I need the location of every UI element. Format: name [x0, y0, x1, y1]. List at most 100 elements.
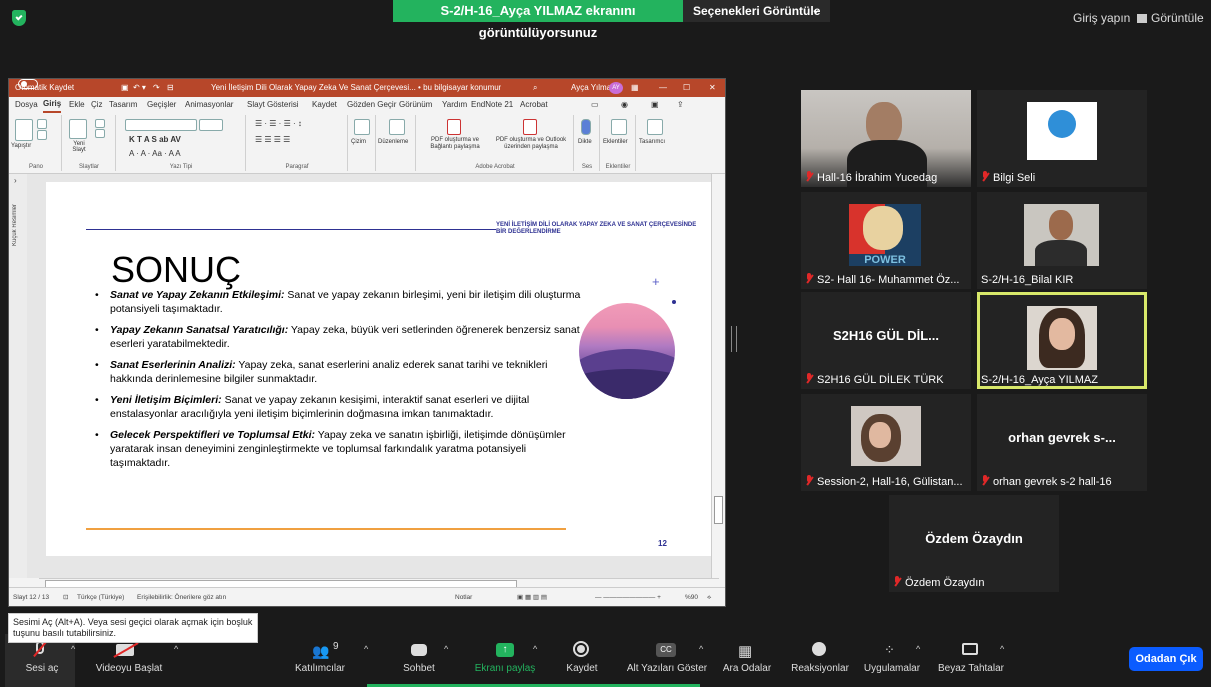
menu-item[interactable]: Yardım [442, 97, 467, 113]
zoom-slider[interactable]: — ———————— + [595, 588, 661, 606]
panel-splitter[interactable] [731, 326, 737, 352]
menu-item[interactable]: Ekle [69, 97, 85, 113]
participant-tile[interactable]: S2H16 GÜL DİL... S2H16 GÜL DİLEK TÜRK [801, 292, 971, 389]
font-style-buttons[interactable]: K T A S ab AV [129, 135, 181, 144]
font-name-select[interactable] [125, 119, 197, 131]
present-icon[interactable]: ▣ [651, 97, 659, 113]
shapes-icon[interactable] [354, 119, 370, 135]
undo-icon[interactable]: ↶ ▾ [133, 79, 146, 97]
participant-tile[interactable]: Session-2, Hall-16, Gülistan... [801, 394, 971, 491]
cut-icon[interactable] [37, 119, 47, 129]
menu-item[interactable]: Geçişler [147, 97, 176, 113]
menu-item[interactable]: Kaydet [312, 97, 337, 113]
ribbon-display-icon[interactable]: ▦ [631, 79, 639, 97]
record-button[interactable]: Kaydet [562, 641, 602, 674]
whiteboards-options-caret[interactable]: ^ [1000, 644, 1004, 654]
menu-item[interactable]: Görünüm [399, 97, 432, 113]
copy-icon[interactable] [37, 130, 47, 140]
participant-tile[interactable]: Bilgi Seli [977, 90, 1147, 187]
chevron-right-icon[interactable]: › [14, 176, 17, 185]
language-status[interactable]: Türkçe (Türkiye) [77, 588, 124, 606]
fit-slide-icon[interactable]: ⟡ [707, 588, 711, 606]
addins-icon[interactable] [611, 119, 627, 135]
unmute-button[interactable]: Sesi aç [22, 638, 62, 674]
apps-button[interactable]: ⁘ Uygulamalar [860, 641, 924, 674]
paste-label: Yapıştır [11, 143, 32, 149]
scrollbar-thumb[interactable] [714, 496, 723, 524]
menu-item[interactable]: Gözden Geçir [347, 97, 396, 113]
presenter-icon[interactable]: ⊟ [167, 79, 174, 97]
thumbnails-pane-collapsed[interactable]: › Küçük Resimler [9, 174, 28, 578]
notes-button[interactable]: Notlar [455, 588, 472, 606]
layout-icon[interactable] [95, 119, 105, 128]
reactions-button[interactable]: Reaksiyonlar [788, 641, 852, 674]
slide-counter: Slayt 12 / 13 [13, 594, 50, 601]
whiteboards-button[interactable]: Beyaz Tahtalar [936, 641, 1006, 674]
participant-tile[interactable]: Hall-16 İbrahim Yucedag [801, 90, 971, 187]
participants-options-caret[interactable]: ^ [364, 644, 368, 654]
captions-options-caret[interactable]: ^ [699, 644, 703, 654]
minimize-icon[interactable]: — [659, 79, 667, 97]
save-icon[interactable]: ▣ [121, 79, 129, 97]
comments-icon[interactable]: ▭ [591, 97, 599, 113]
share-options-caret[interactable]: ^ [533, 644, 537, 654]
list-buttons[interactable]: ☰ · ☰ · ☰ · ↕ [255, 119, 302, 128]
maximize-icon[interactable]: ☐ [683, 79, 690, 97]
audio-options-caret[interactable]: ^ [71, 644, 75, 654]
menu-item[interactable]: Tasarım [109, 97, 137, 113]
slide[interactable]: YENİ İLETİŞİM DİLİ OLARAK YAPAY ZEKA VE … [46, 182, 711, 556]
vertical-scrollbar[interactable] [711, 174, 724, 578]
menu-item[interactable]: Slayt Gösterisi [247, 97, 299, 113]
menu-item[interactable]: Animasyonlar [185, 97, 233, 113]
apps-options-caret[interactable]: ^ [916, 644, 920, 654]
participant-tile-active-speaker[interactable]: S-2/H-16_Ayça YILMAZ [977, 292, 1147, 389]
record-icon[interactable]: ◉ [621, 97, 628, 113]
menu-item[interactable]: Çiz [91, 97, 103, 113]
menu-item[interactable]: Acrobat [520, 97, 548, 113]
sign-in-button[interactable]: Giriş yapın [1073, 11, 1130, 25]
paste-icon[interactable] [15, 119, 33, 141]
font-size-select[interactable] [199, 119, 223, 131]
spellcheck-icon[interactable]: ⊡ [63, 588, 68, 606]
ribbon-group-drawing: Çizim [349, 115, 376, 171]
participants-button[interactable]: 👥 9 Katılımcılar [290, 641, 350, 674]
font-color-buttons[interactable]: A · A · Aa · A A [129, 149, 181, 158]
search-icon[interactable]: ⌕ [533, 79, 537, 97]
menu-item[interactable]: EndNote 21 [471, 97, 513, 113]
find-icon[interactable] [389, 119, 405, 135]
shield-icon[interactable] [12, 10, 26, 26]
share-screen-button[interactable]: ↑ Ekranı paylaş [470, 641, 540, 674]
share-icon[interactable]: ⇪ [677, 97, 684, 113]
participants-count: 9 [333, 641, 339, 652]
reset-icon[interactable] [95, 129, 105, 138]
record-icon [562, 641, 602, 659]
video-options-caret[interactable]: ^ [174, 644, 178, 654]
close-icon[interactable]: ✕ [709, 79, 716, 97]
zoom-level[interactable]: %90 [685, 588, 698, 606]
menu-item-active[interactable]: Giriş [43, 97, 62, 113]
breakout-rooms-button[interactable]: ▦ Ara Odalar [720, 641, 774, 674]
participant-tile[interactable]: orhan gevrek s-... orhan gevrek s-2 hall… [977, 394, 1147, 491]
leave-button[interactable]: Odadan Çık [1129, 647, 1203, 671]
participant-tile[interactable]: Özdem Özaydın Özdem Özaydın [889, 495, 1059, 592]
view-button[interactable]: Görüntüle [1137, 11, 1204, 25]
user-avatar[interactable]: AY [609, 82, 623, 94]
chat-options-caret[interactable]: ^ [444, 644, 448, 654]
pdf-share-icon[interactable] [447, 119, 461, 135]
redo-icon[interactable]: ↷ [153, 79, 160, 97]
start-video-button[interactable]: Videoyu Başlat [92, 641, 166, 674]
microphone-icon[interactable] [581, 119, 591, 135]
participant-tile[interactable]: S-2/H-16_Bilal KIR [977, 192, 1147, 289]
menu-item[interactable]: Dosya [15, 97, 38, 113]
chat-button[interactable]: Sohbet [398, 641, 440, 674]
reactions-icon [788, 641, 852, 659]
view-options-button[interactable]: Seçenekleri Görüntüle ⌄ [683, 0, 830, 22]
participant-tile[interactable]: POWER S2- Hall 16- Muhammet Öz... [801, 192, 971, 289]
mountain-sunset-image [579, 303, 675, 399]
pdf-outlook-icon[interactable] [523, 119, 537, 135]
accessibility-status[interactable]: Erişilebilirlik: Önerilere göz atın [137, 588, 226, 606]
align-buttons[interactable]: ☰ ☰ ☰ ☰ [255, 135, 290, 144]
new-slide-icon[interactable] [69, 119, 87, 139]
view-normal-icon[interactable]: ▣ ▦ ▥ ▤ [517, 588, 547, 606]
designer-icon[interactable] [647, 119, 663, 135]
